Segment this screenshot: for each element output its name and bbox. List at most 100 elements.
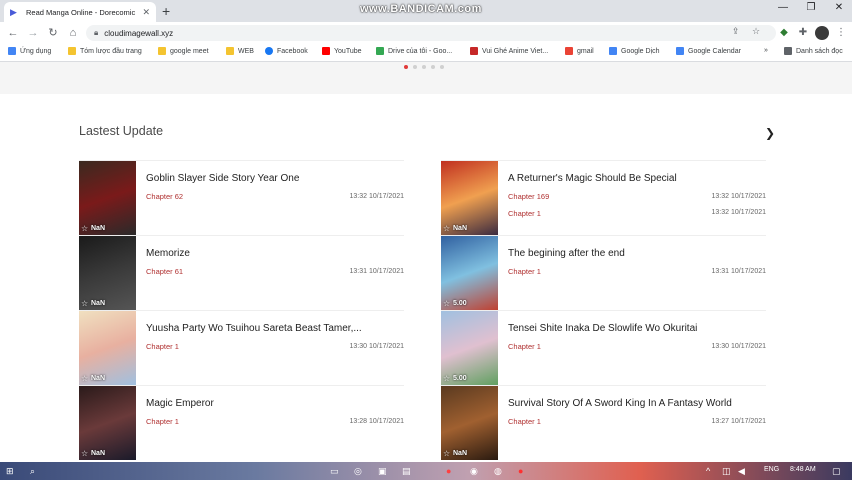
minimize-window-icon[interactable]: — (770, 2, 796, 13)
manga-list-item[interactable]: ☆ NaN Magic Emperor Chapter 1 13:28 10/17/20… (79, 385, 404, 460)
chapter-link[interactable]: Chapter 1 (146, 342, 179, 351)
chapter-link[interactable]: Chapter 1 (508, 267, 541, 276)
profile-avatar[interactable] (815, 26, 829, 40)
carousel-dot[interactable] (431, 65, 435, 69)
bookmark-apps[interactable]: Ứng dụng (8, 47, 51, 55)
manga-cover-image[interactable]: ☆ NaN (79, 386, 136, 460)
search-icon[interactable]: ⌕ (30, 465, 35, 477)
bandicam-icon[interactable]: ● (518, 465, 523, 477)
app-icon[interactable]: ◍ (494, 465, 502, 477)
rating-star-icon: ☆ (443, 374, 451, 383)
bookmark-label: YouTube (334, 47, 362, 55)
manga-cover-image[interactable]: ☆ NaN (79, 236, 136, 310)
edge-icon[interactable]: ◎ (354, 465, 362, 477)
carousel-dot[interactable] (440, 65, 444, 69)
manga-cover-image[interactable]: ☆ NaN (441, 161, 498, 235)
manga-title-link[interactable]: Yuusha Party Wo Tsuihou Sareta Beast Tam… (146, 323, 362, 334)
manga-title-link[interactable]: Survival Story Of A Sword King In A Fant… (508, 398, 732, 409)
google-translate-icon (609, 47, 617, 55)
windows-start-icon[interactable]: ⊞ (6, 465, 14, 477)
carousel-dot[interactable] (422, 65, 426, 69)
manga-title-link[interactable]: Tensei Shite Inaka De Slowlife Wo Okurit… (508, 323, 697, 334)
share-icon[interactable]: ⇪ (732, 26, 740, 37)
bookmark-youtube[interactable]: YouTube (322, 47, 362, 55)
forward-arrow-icon[interactable]: → (26, 25, 40, 41)
manga-title-link[interactable]: A Returner's Magic Should Be Special (508, 173, 677, 184)
chapter-link[interactable]: Chapter 169 (508, 192, 549, 201)
new-tab-button[interactable]: + (162, 3, 170, 19)
bookmark-translate[interactable]: Google Dịch (609, 47, 660, 55)
chapter-link[interactable]: Chapter 1 (146, 417, 179, 426)
manga-list-item[interactable]: ☆ NaN Memorize Chapter 61 13:31 10/17/2021 (79, 235, 404, 310)
reload-icon[interactable]: ↻ (46, 25, 60, 41)
manga-cover-image[interactable]: ☆ NaN (441, 386, 498, 460)
back-arrow-icon[interactable]: ← (6, 25, 20, 41)
chapter-link[interactable]: Chapter 1 (508, 417, 541, 426)
close-window-icon[interactable]: ✕ (826, 2, 852, 13)
manga-title-link[interactable]: Memorize (146, 248, 190, 259)
chapter-link[interactable]: Chapter 1 (508, 209, 541, 218)
bookmark-drive[interactable]: Drive của tôi - Goo... (376, 47, 452, 55)
manga-list-item[interactable]: ☆ NaN Goblin Slayer Side Story Year One Cha… (79, 160, 404, 235)
carousel-dot[interactable] (404, 65, 408, 69)
next-chevron-icon[interactable]: ❯ (765, 126, 775, 140)
manga-cover-image[interactable]: ☆ 5.00 (441, 311, 498, 385)
bookmarks-overflow-button[interactable]: » (764, 47, 768, 54)
bookmark-gmail[interactable]: gmail (565, 47, 594, 55)
extensions-puzzle-icon[interactable]: ✚ (796, 26, 810, 40)
task-view-icon[interactable]: ▭ (330, 465, 339, 477)
system-clock[interactable]: 8:48 AM (790, 466, 816, 473)
chrome-icon[interactable]: ◉ (470, 465, 478, 477)
url-bar[interactable]: 🔒︎ cloudimagewall.xyz ⇪ ☆ (86, 25, 776, 41)
notifications-icon[interactable]: ▢ (832, 465, 841, 477)
tray-expand-icon[interactable]: ^ (706, 465, 710, 477)
manga-list-item[interactable]: ☆ 5.00 Tensei Shite Inaka De Slowlife Wo O… (441, 310, 766, 385)
bookmarks-bar: Ứng dụng Tóm lược đầu trang google meet … (0, 44, 852, 62)
manga-title-link[interactable]: Magic Emperor (146, 398, 214, 409)
manga-cover-image[interactable]: ☆ NaN (79, 311, 136, 385)
volume-icon[interactable]: ◀ (738, 465, 745, 477)
chapter-link[interactable]: Chapter 62 (146, 192, 183, 201)
rating-star-icon: ☆ (81, 224, 89, 233)
bookmark-label: Google Calendar (688, 47, 741, 55)
bookmark-star-icon[interactable]: ☆ (752, 26, 760, 37)
menu-dots-icon[interactable]: ⋮ (834, 26, 848, 40)
bookmark-label: Drive của tôi - Goo... (388, 47, 453, 55)
chapter-link[interactable]: Chapter 61 (146, 267, 183, 276)
bookmark-anime[interactable]: Vui Ghé Anime Viet... (470, 47, 548, 55)
network-icon[interactable]: ◫ (722, 465, 731, 477)
address-toolbar: ← → ↻ ⌂ 🔒︎ cloudimagewall.xyz ⇪ ☆ ◆ ✚ ⋮ (0, 22, 852, 44)
tab-close-icon[interactable]: ✕ (142, 7, 150, 18)
recorder-icon[interactable]: ● (446, 465, 451, 477)
manga-title-link[interactable]: Goblin Slayer Side Story Year One (146, 173, 299, 184)
language-indicator[interactable]: ENG (764, 466, 779, 473)
manga-list-item[interactable]: ☆ 5.00 The begining after the end Chapter 1… (441, 235, 766, 310)
reading-list-button[interactable]: Danh sách đọc (784, 47, 843, 55)
carousel-dot[interactable] (413, 65, 417, 69)
reading-list-label: Danh sách đọc (796, 47, 843, 55)
bookmark-folder[interactable]: google meet (158, 47, 209, 55)
chapter-link[interactable]: Chapter 1 (508, 342, 541, 351)
manga-title-link[interactable]: The begining after the end (508, 248, 625, 259)
bookmark-facebook[interactable]: Facebook (265, 47, 308, 55)
extension-leaf-icon[interactable]: ◆ (777, 26, 791, 40)
bookmark-label: Google Dịch (621, 47, 660, 55)
lock-icon[interactable]: 🔒︎ (94, 28, 98, 38)
browser-tab[interactable]: ▶ Read Manga Online - Dorecomic ✕ (4, 2, 156, 22)
url-text[interactable]: cloudimagewall.xyz (104, 29, 173, 38)
home-icon[interactable]: ⌂ (66, 25, 80, 41)
store-icon[interactable]: ▣ (378, 465, 387, 477)
maximize-window-icon[interactable]: ❐ (798, 2, 824, 13)
manga-list-item[interactable]: ☆ NaN A Returner's Magic Should Be Special… (441, 160, 766, 235)
bookmark-folder[interactable]: WEB (226, 47, 254, 55)
rating-value: NaN (91, 450, 106, 457)
manga-cover-image[interactable]: ☆ NaN (79, 161, 136, 235)
bookmark-label: Vui Ghé Anime Viet... (482, 47, 549, 55)
bookmark-folder[interactable]: Tóm lược đầu trang (68, 47, 142, 55)
manga-list-item[interactable]: ☆ NaN Survival Story Of A Sword King In A … (441, 385, 766, 460)
folder-icon (158, 47, 166, 55)
explorer-icon[interactable]: ▤ (402, 465, 411, 477)
manga-list-item[interactable]: ☆ NaN Yuusha Party Wo Tsuihou Sareta Beast… (79, 310, 404, 385)
manga-cover-image[interactable]: ☆ 5.00 (441, 236, 498, 310)
bookmark-calendar[interactable]: Google Calendar (676, 47, 741, 55)
